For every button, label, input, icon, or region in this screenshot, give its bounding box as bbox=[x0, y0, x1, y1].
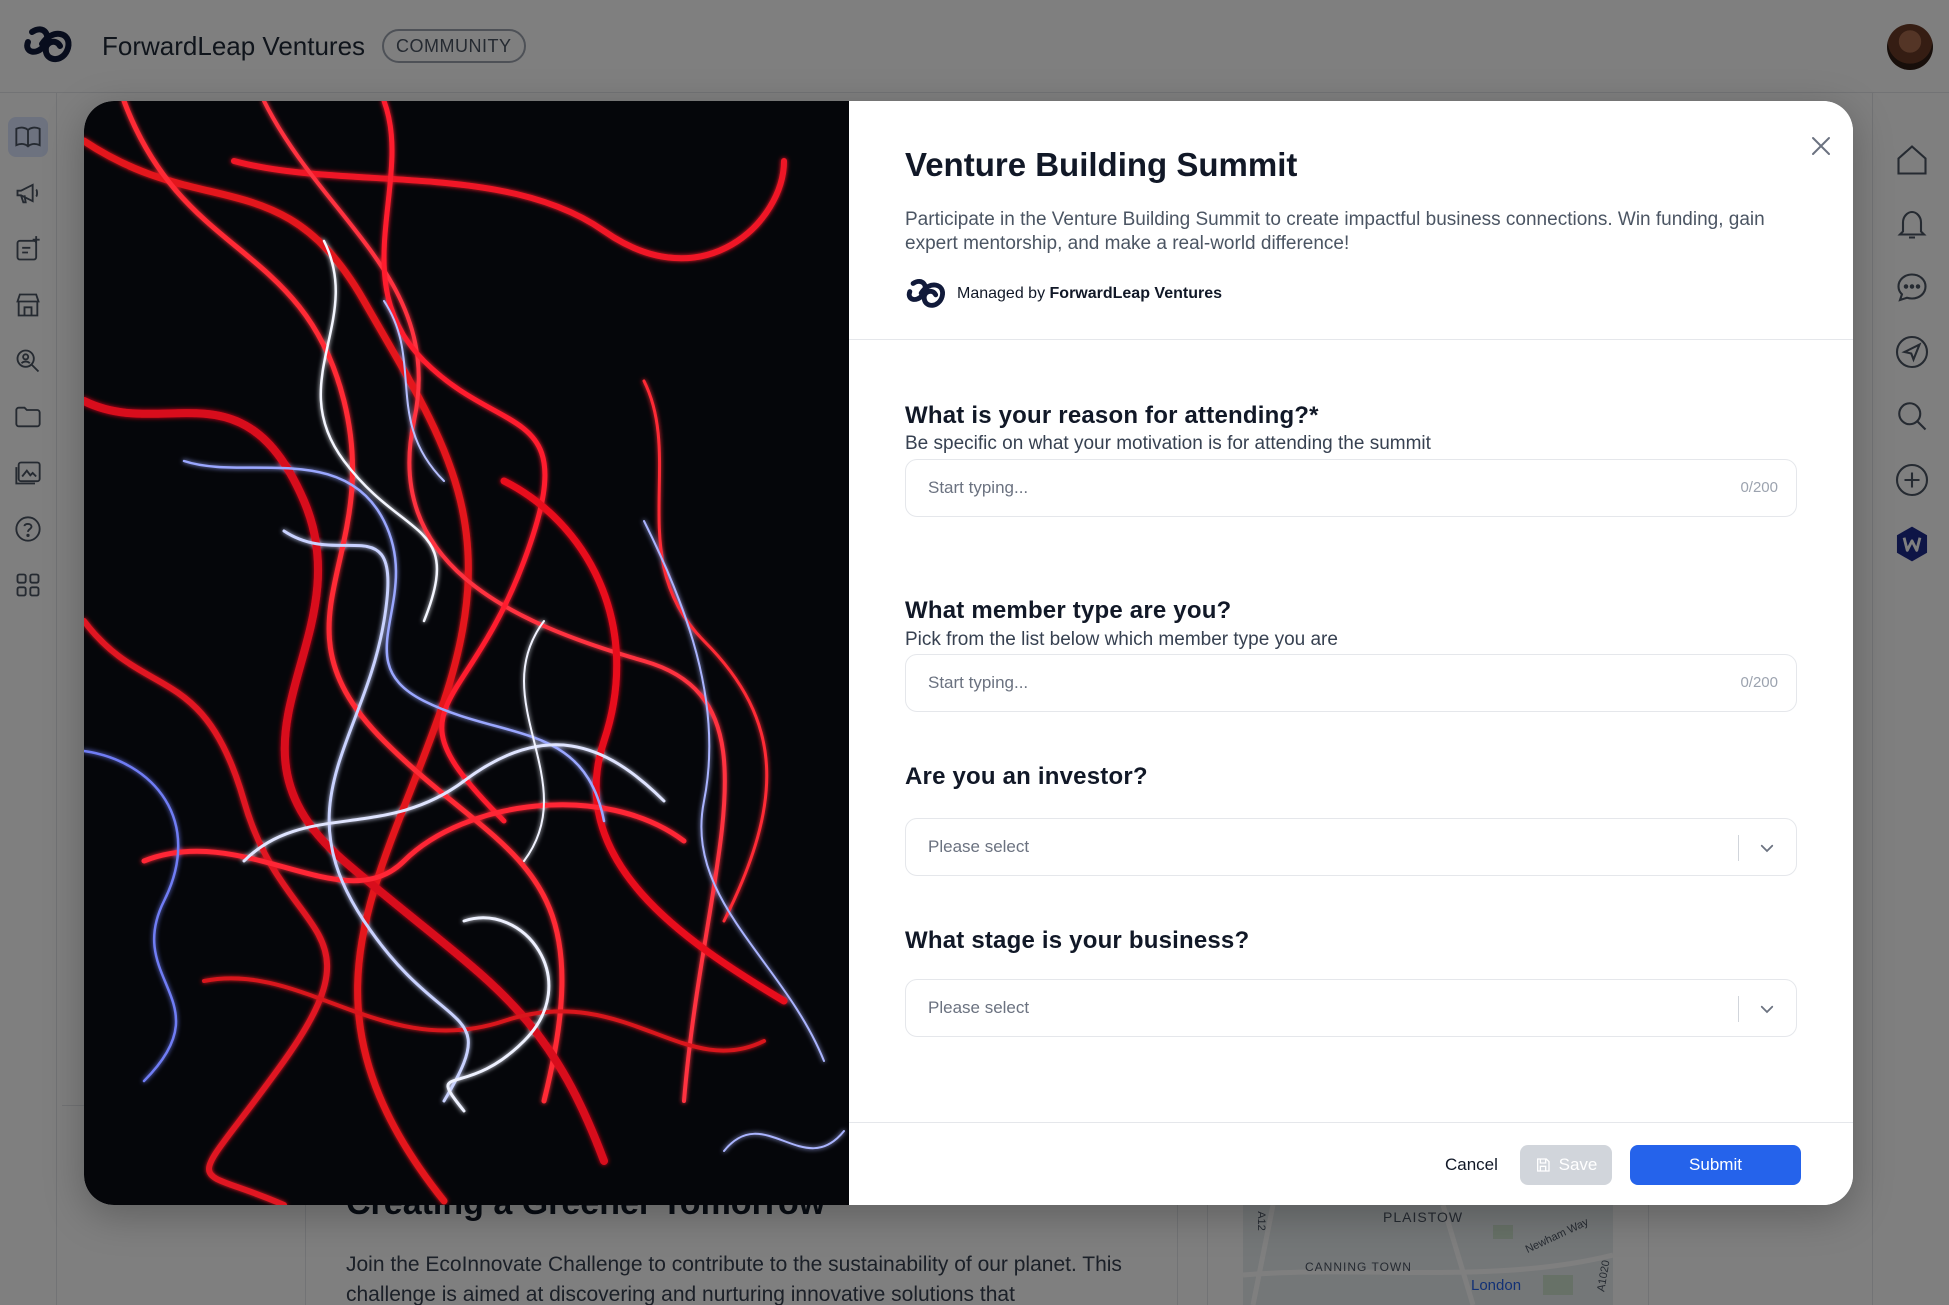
question-subtitle: Pick from the list below which member ty… bbox=[905, 629, 1338, 650]
question-title: What stage is your business? bbox=[905, 927, 1250, 954]
select-placeholder: Please select bbox=[928, 837, 1030, 856]
select-divider bbox=[1738, 996, 1739, 1022]
member-type-input[interactable] bbox=[928, 655, 1688, 711]
close-icon bbox=[1812, 137, 1830, 155]
modal-title: Venture Building Summit bbox=[905, 146, 1298, 183]
reason-input[interactable] bbox=[928, 460, 1688, 516]
event-registration-modal: Venture Building Summit Participate in t… bbox=[84, 101, 1853, 1205]
reason-field[interactable]: 0/200 bbox=[905, 459, 1797, 517]
char-counter: 0/200 bbox=[1740, 479, 1778, 496]
question-title: What is your reason for attending?* bbox=[905, 402, 1319, 429]
char-counter: 0/200 bbox=[1740, 674, 1778, 691]
select-placeholder: Please select bbox=[928, 998, 1030, 1017]
submit-button[interactable]: Submit bbox=[1630, 1145, 1801, 1185]
chevron-down-icon[interactable] bbox=[1754, 996, 1780, 1022]
header-divider bbox=[849, 339, 1853, 340]
cancel-button[interactable]: Cancel bbox=[1439, 1145, 1504, 1185]
select-divider bbox=[1738, 835, 1739, 861]
org-logo-icon bbox=[906, 279, 945, 308]
save-button[interactable]: Save bbox=[1520, 1145, 1612, 1185]
save-label: Save bbox=[1558, 1155, 1598, 1174]
footer-divider bbox=[849, 1122, 1853, 1123]
member-type-field[interactable]: 0/200 bbox=[905, 654, 1797, 712]
close-button[interactable] bbox=[1806, 131, 1836, 161]
chevron-down-icon[interactable] bbox=[1754, 835, 1780, 861]
managed-by: Managed by ForwardLeap Ventures bbox=[905, 274, 1222, 314]
question-title: Are you an investor? bbox=[905, 763, 1148, 790]
managed-org: ForwardLeap Ventures bbox=[1049, 285, 1223, 302]
managed-prefix: Managed by bbox=[957, 285, 1046, 302]
investor-select[interactable]: Please select bbox=[905, 818, 1797, 876]
hero-light-trails-image bbox=[84, 101, 849, 1205]
save-icon bbox=[1536, 1158, 1550, 1172]
modal-description: Participate in the Venture Building Summ… bbox=[905, 209, 1765, 254]
question-subtitle: Be specific on what your motivation is f… bbox=[905, 433, 1431, 454]
business-stage-select[interactable]: Please select bbox=[905, 979, 1797, 1037]
question-title: What member type are you? bbox=[905, 597, 1232, 624]
form-panel: Venture Building Summit Participate in t… bbox=[849, 101, 1853, 1205]
